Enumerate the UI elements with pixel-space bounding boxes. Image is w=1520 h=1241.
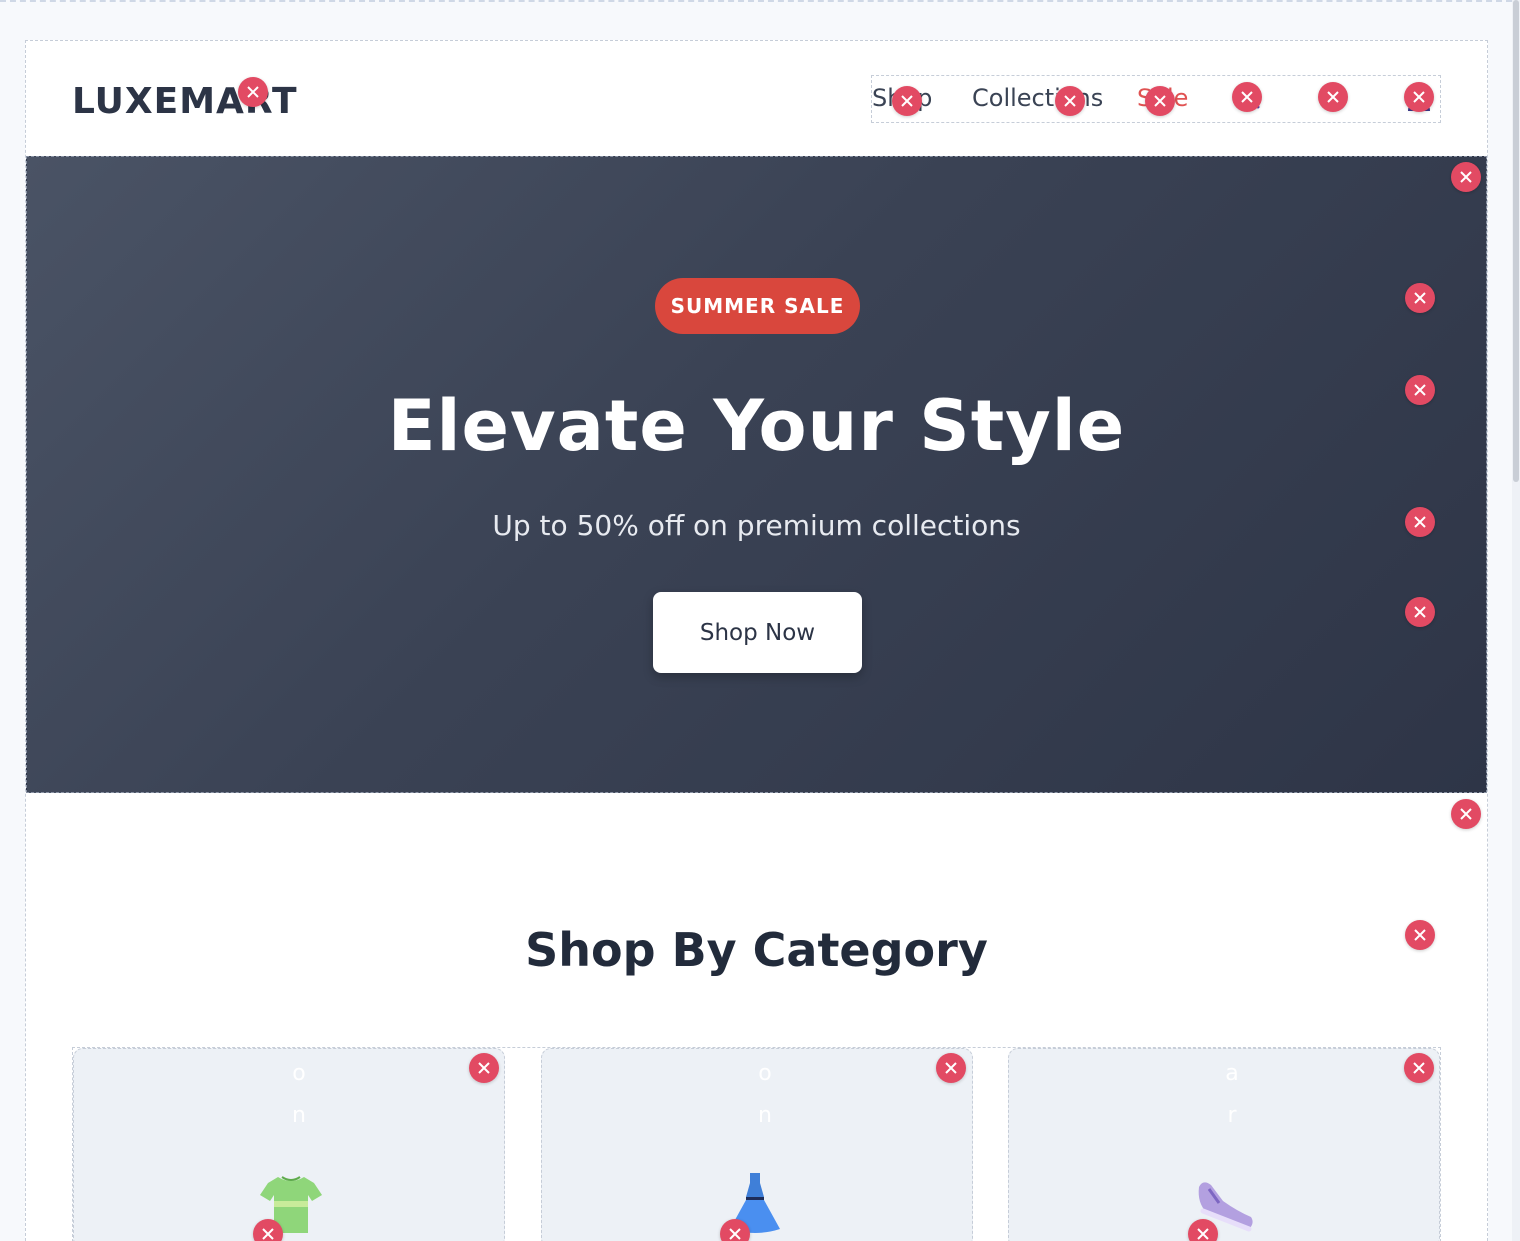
remove-marker-search[interactable] [1232, 82, 1262, 112]
remove-marker-cart[interactable] [1318, 82, 1348, 112]
remove-marker-card-1-icon[interactable] [253, 1219, 283, 1241]
scrollbar-thumb[interactable] [1513, 0, 1519, 482]
remove-marker-hero-title[interactable] [1405, 375, 1435, 405]
close-icon [1327, 91, 1339, 103]
remove-marker-card-2-icon[interactable] [720, 1219, 750, 1241]
remove-marker-nav-collections[interactable] [1055, 86, 1085, 116]
close-icon [1414, 384, 1426, 396]
close-icon [247, 86, 259, 98]
remove-marker-category-title[interactable] [1405, 920, 1435, 950]
shop-now-button[interactable]: Shop Now [653, 592, 862, 673]
close-icon [1460, 808, 1472, 820]
remove-marker-hero[interactable] [1451, 162, 1481, 192]
category-card-tops[interactable]: ion [73, 1048, 505, 1241]
scrollbar-track[interactable] [1512, 0, 1520, 1241]
close-icon [1414, 606, 1426, 618]
close-icon [1460, 171, 1472, 183]
category-section-title: Shop By Category [525, 923, 988, 977]
remove-marker-card-3[interactable] [1404, 1053, 1434, 1083]
close-icon [1154, 95, 1166, 107]
remove-marker-logo[interactable] [238, 77, 268, 107]
category-grid: ion ion ear [72, 1047, 1441, 1241]
hero-subtitle: Up to 50% off on premium collections [492, 509, 1021, 542]
remove-marker-card-3-icon[interactable] [1188, 1219, 1218, 1241]
card-label: ear [1217, 1049, 1247, 1137]
card-overlay-text: ear [1225, 1061, 1239, 1128]
category-card-dresses[interactable]: ion [541, 1048, 973, 1241]
remove-marker-nav-shop[interactable] [892, 86, 922, 116]
remove-marker-card-1[interactable] [469, 1053, 499, 1083]
hero-title: Elevate Your Style [387, 385, 1126, 467]
remove-marker-nav-sale[interactable] [1145, 86, 1175, 116]
close-icon [1197, 1228, 1209, 1240]
remove-marker-hero-cta[interactable] [1405, 597, 1435, 627]
card-label: ion [750, 1049, 780, 1137]
card-overlay-text: ion [758, 1061, 772, 1128]
hero-banner: SUMMER SALE Elevate Your Style Up to 50%… [26, 156, 1487, 793]
close-icon [1241, 91, 1253, 103]
close-icon [1414, 929, 1426, 941]
category-card-footwear[interactable]: ear [1008, 1048, 1440, 1241]
close-icon [901, 95, 913, 107]
close-icon [1064, 95, 1076, 107]
card-label: ion [284, 1049, 314, 1137]
card-overlay-text: ion [292, 1061, 306, 1128]
close-icon [478, 1062, 490, 1074]
close-icon [1413, 91, 1425, 103]
sale-badge: SUMMER SALE [655, 278, 860, 334]
close-icon [729, 1228, 741, 1240]
close-icon [945, 1062, 957, 1074]
remove-marker-hero-subtitle[interactable] [1405, 507, 1435, 537]
remove-marker-category-section[interactable] [1451, 799, 1481, 829]
close-icon [1414, 516, 1426, 528]
close-icon [1413, 1062, 1425, 1074]
remove-marker-user[interactable] [1404, 82, 1434, 112]
close-icon [1414, 292, 1426, 304]
remove-marker-badge[interactable] [1405, 283, 1435, 313]
page-canvas: LUXEMART Shop Collections Sale SUMMER SA… [25, 40, 1488, 1241]
remove-marker-card-2[interactable] [936, 1053, 966, 1083]
close-icon [262, 1228, 274, 1240]
